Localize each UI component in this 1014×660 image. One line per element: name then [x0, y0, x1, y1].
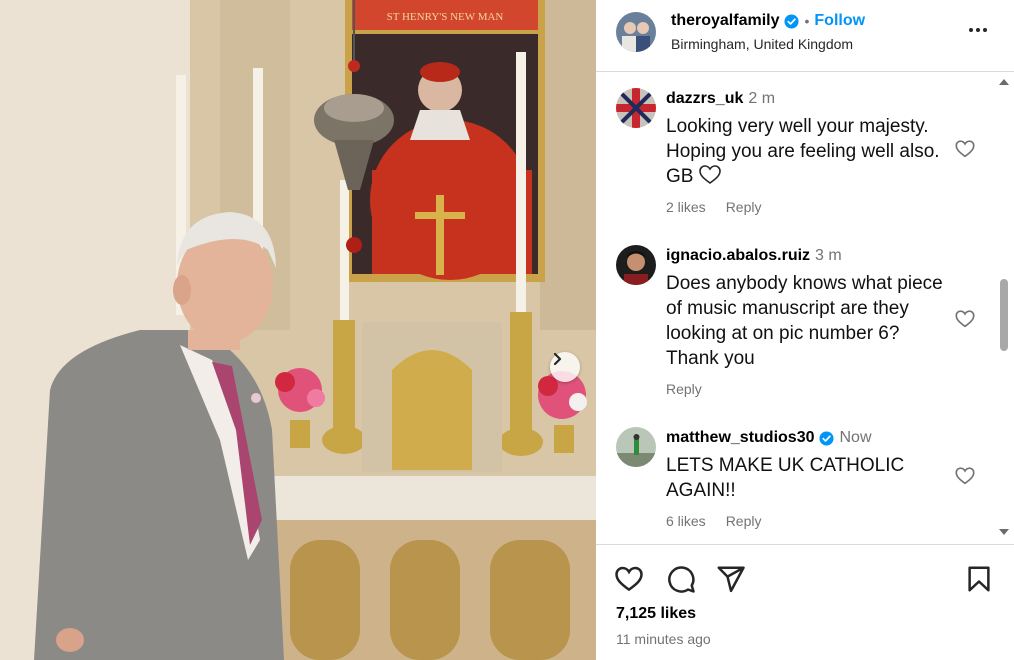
verified-badge-icon	[784, 13, 800, 29]
comment-header: matthew_studios30 Now	[666, 429, 872, 447]
author-avatar[interactable]	[616, 12, 656, 52]
comment-header: dazzrs_uk 2 m	[666, 90, 775, 108]
comment-meta: 6 likes Reply	[666, 513, 761, 529]
author-line: theroyalfamily • Follow	[671, 12, 865, 30]
bookmark-icon[interactable]	[964, 564, 994, 594]
heart-icon[interactable]	[614, 564, 644, 594]
heart-icon[interactable]	[954, 138, 976, 160]
comments-scrollbar[interactable]	[996, 73, 1010, 545]
comment-username[interactable]: dazzrs_uk	[666, 90, 743, 108]
painting-sign-text: ST HENRY'S NEW MAN	[387, 11, 504, 23]
post-likes-count[interactable]: 7,125 likes	[616, 605, 696, 623]
chevron-right-icon	[553, 352, 562, 366]
heart-icon[interactable]	[954, 308, 976, 330]
share-icon[interactable]	[716, 564, 746, 594]
comment-likes[interactable]: 6 likes	[666, 513, 706, 529]
comment-meta: Reply	[666, 381, 702, 397]
comment-time[interactable]: 3 m	[815, 247, 842, 265]
next-image-button[interactable]	[550, 352, 580, 382]
comment-reply-button[interactable]: Reply	[666, 381, 702, 397]
post-photo: ST HENRY'S NEW MAN	[0, 0, 596, 660]
comment-username[interactable]: ignacio.abalos.ruiz	[666, 247, 810, 265]
scroll-thumb[interactable]	[1000, 279, 1008, 351]
scroll-up-arrow-icon[interactable]	[999, 79, 1009, 85]
separator-dot: •	[804, 13, 810, 29]
comment-text: Looking very well your majesty. Hoping y…	[666, 116, 940, 187]
comment-header: ignacio.abalos.ruiz 3 m	[666, 247, 842, 265]
comment-text: Does anybody knows what piece of music m…	[666, 273, 943, 369]
comment-icon[interactable]	[666, 564, 696, 594]
heart-icon[interactable]	[954, 465, 976, 487]
comment-meta: 2 likes Reply	[666, 199, 761, 215]
commenter-avatar[interactable]	[616, 427, 656, 467]
post-side-panel: theroyalfamily • Follow Birmingham, Unit…	[596, 0, 1014, 660]
comment-username[interactable]: matthew_studios30	[666, 429, 814, 447]
comment-likes[interactable]: 2 likes	[666, 199, 706, 215]
verified-badge-icon	[819, 430, 835, 446]
post-header: theroyalfamily • Follow Birmingham, Unit…	[596, 0, 1014, 72]
photo-illustration: ST HENRY'S NEW MAN	[0, 0, 596, 660]
author-username[interactable]: theroyalfamily	[671, 12, 779, 30]
post-location[interactable]: Birmingham, United Kingdom	[671, 36, 853, 52]
comments-list: dazzrs_uk 2 m Looking very well your maj…	[596, 73, 1014, 545]
comment-reply-button[interactable]: Reply	[726, 199, 762, 215]
comment-time[interactable]: 2 m	[748, 90, 775, 108]
follow-button[interactable]: Follow	[814, 12, 865, 30]
commenter-avatar[interactable]	[616, 245, 656, 285]
comment-time[interactable]: Now	[839, 429, 871, 447]
commenter-avatar[interactable]	[616, 88, 656, 128]
comment-text: LETS MAKE UK CATHOLIC AGAIN!!	[666, 455, 905, 501]
comment-reply-button[interactable]: Reply	[726, 513, 762, 529]
heart-emoji-icon	[698, 165, 721, 184]
more-options-icon[interactable]	[966, 18, 990, 42]
scroll-down-arrow-icon[interactable]	[999, 529, 1009, 535]
post-timestamp[interactable]: 11 minutes ago	[616, 631, 711, 647]
post-actions	[596, 560, 1014, 600]
